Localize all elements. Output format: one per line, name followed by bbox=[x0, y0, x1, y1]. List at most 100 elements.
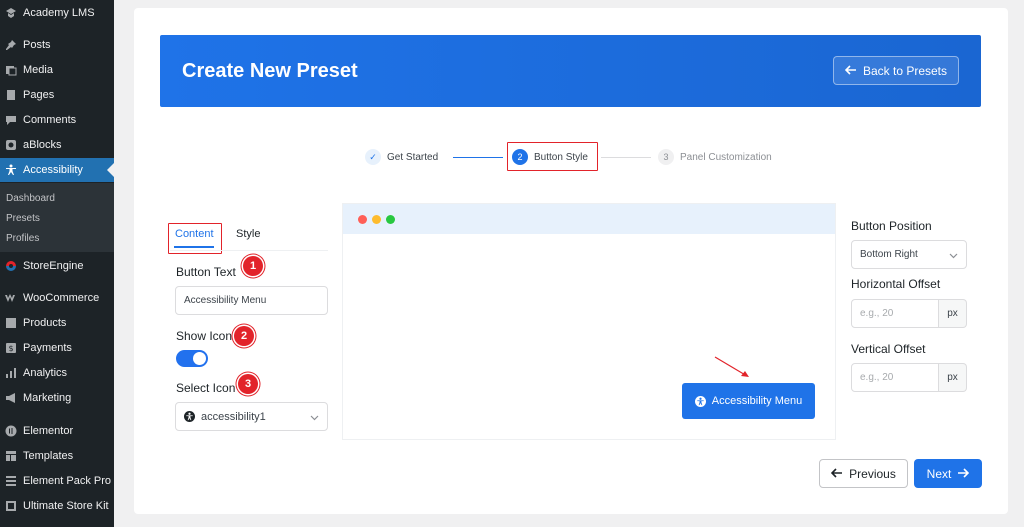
analytics-icon bbox=[4, 366, 18, 380]
back-button-label: Back to Presets bbox=[862, 63, 948, 78]
payments-icon: $ bbox=[4, 341, 18, 355]
arrow-annotation-icon bbox=[714, 356, 749, 377]
sidebar-item-label: aBlocks bbox=[23, 139, 62, 151]
button-position-label: Button Position bbox=[851, 219, 932, 233]
show-icon-label: Show Icon bbox=[176, 329, 233, 343]
horizontal-unit: px bbox=[939, 299, 967, 328]
step-connector bbox=[453, 157, 503, 158]
admin-sidebar: Academy LMS Posts Media Pages Comments a… bbox=[0, 0, 114, 527]
sidebar-item-pages[interactable]: Pages bbox=[0, 83, 114, 107]
submenu-item-profiles[interactable]: Profiles bbox=[6, 233, 39, 244]
callout-badge-1: 1 bbox=[243, 256, 263, 276]
sidebar-item-academy-lms[interactable]: Academy LMS bbox=[0, 1, 114, 25]
sidebar-item-analytics[interactable]: Analytics bbox=[0, 361, 114, 385]
sidebar-item-marketing[interactable]: Marketing bbox=[0, 386, 114, 410]
sidebar-item-label: Media bbox=[23, 64, 53, 76]
preview-accessibility-button[interactable]: Accessibility Menu bbox=[682, 383, 815, 419]
element-pack-icon bbox=[4, 474, 18, 488]
sidebar-item-label: StoreEngine bbox=[23, 260, 84, 272]
page-title: Create New Preset bbox=[182, 60, 358, 82]
sidebar-item-label: Marketing bbox=[23, 392, 72, 404]
button-text-label: Button Text bbox=[176, 265, 236, 279]
step-connector bbox=[601, 157, 651, 158]
chevron-down-icon bbox=[949, 251, 958, 262]
previous-button[interactable]: Previous bbox=[819, 459, 908, 488]
sidebar-item-label: Templates bbox=[23, 450, 74, 462]
button-text-input[interactable]: Accessibility Menu bbox=[175, 286, 328, 315]
marketing-icon bbox=[4, 391, 18, 405]
vertical-unit: px bbox=[939, 363, 967, 392]
storeengine-icon bbox=[4, 259, 18, 273]
sidebar-item-templates[interactable]: Templates bbox=[0, 444, 114, 468]
step-label: Button Style bbox=[534, 151, 588, 163]
window-minimize-dot bbox=[372, 215, 381, 224]
step-label: Panel Customization bbox=[680, 151, 772, 163]
sidebar-item-elementor[interactable]: Elementor bbox=[0, 419, 114, 443]
step-panel-customization[interactable]: 3 Panel Customization bbox=[658, 149, 772, 165]
button-position-value: Bottom Right bbox=[860, 249, 918, 260]
step-label: Get Started bbox=[387, 151, 439, 163]
ablocks-icon bbox=[4, 138, 18, 152]
sidebar-item-products[interactable]: Products bbox=[0, 311, 114, 335]
sidebar-item-label: Academy LMS bbox=[23, 7, 95, 19]
sidebar-item-accessibility[interactable]: Accessibility bbox=[0, 158, 114, 182]
submenu-item-presets[interactable]: Presets bbox=[6, 213, 40, 224]
sidebar-item-comments[interactable]: Comments bbox=[0, 108, 114, 132]
arrow-right-icon bbox=[957, 467, 970, 481]
chevron-down-icon bbox=[310, 412, 319, 424]
sidebar-item-label: Payments bbox=[23, 342, 72, 354]
callout-badge-2: 2 bbox=[234, 326, 254, 346]
window-maximize-dot bbox=[386, 215, 395, 224]
media-icon bbox=[4, 63, 18, 77]
sidebar-item-label: Pages bbox=[23, 89, 55, 101]
step-number: 3 bbox=[658, 149, 674, 165]
sidebar-item-label: Analytics bbox=[23, 367, 68, 379]
select-icon-value: accessibility1 bbox=[201, 410, 266, 423]
sidebar-item-woocommerce[interactable]: WooCommerce bbox=[0, 286, 114, 310]
vertical-offset-label: Vertical Offset bbox=[851, 342, 926, 356]
next-button[interactable]: Next bbox=[914, 459, 982, 488]
show-icon-toggle[interactable] bbox=[176, 350, 208, 367]
page-header: Create New Preset Back to Presets bbox=[160, 35, 981, 107]
elementor-icon bbox=[4, 424, 18, 438]
accessibility-icon bbox=[694, 395, 706, 407]
step-button-style[interactable]: 2 Button Style bbox=[512, 149, 588, 165]
select-icon-dropdown[interactable]: accessibility1 bbox=[175, 402, 328, 431]
sidebar-item-ablocks[interactable]: aBlocks bbox=[0, 133, 114, 157]
sidebar-item-label: Ultimate Store Kit bbox=[23, 500, 109, 512]
sidebar-item-label: Element Pack Pro bbox=[23, 475, 112, 487]
step-number: 2 bbox=[512, 149, 528, 165]
sidebar-item-label: Accessibility bbox=[23, 164, 83, 176]
sidebar-item-label: Products bbox=[23, 317, 67, 329]
sidebar-item-element-pack-pro[interactable]: Element Pack Pro bbox=[0, 469, 114, 493]
templates-icon bbox=[4, 449, 18, 463]
preview-titlebar bbox=[343, 204, 835, 234]
preview-button-label: Accessibility Menu bbox=[711, 395, 803, 407]
svg-text:$: $ bbox=[8, 344, 13, 353]
sidebar-item-storeengine[interactable]: StoreEngine bbox=[0, 254, 114, 278]
select-icon-label: Select Icon bbox=[176, 381, 236, 395]
tab-style[interactable]: Style bbox=[236, 228, 260, 240]
accessibility-icon bbox=[4, 163, 18, 177]
woocommerce-icon bbox=[4, 291, 18, 305]
callout-badge-3: 3 bbox=[238, 374, 258, 394]
vertical-offset-input[interactable]: e.g., 20 bbox=[851, 363, 939, 392]
sidebar-item-ultimate-store-kit[interactable]: Ultimate Store Kit bbox=[0, 494, 114, 518]
horizontal-offset-label: Horizontal Offset bbox=[851, 277, 941, 291]
next-button-label: Next bbox=[926, 466, 952, 481]
step-get-started[interactable]: ✓ Get Started bbox=[365, 149, 438, 165]
check-icon: ✓ bbox=[365, 149, 381, 165]
horizontal-offset-input[interactable]: e.g., 20 bbox=[851, 299, 939, 328]
tab-divider bbox=[170, 250, 328, 251]
button-position-select[interactable]: Bottom Right bbox=[851, 240, 967, 269]
sidebar-item-posts[interactable]: Posts bbox=[0, 33, 114, 57]
sidebar-item-media[interactable]: Media bbox=[0, 58, 114, 82]
store-kit-icon bbox=[4, 499, 18, 513]
back-to-presets-button[interactable]: Back to Presets bbox=[833, 56, 959, 85]
sidebar-item-label: Comments bbox=[23, 114, 77, 126]
tab-content[interactable]: Content bbox=[175, 228, 214, 240]
active-tab-underline bbox=[174, 246, 214, 248]
sidebar-item-payments[interactable]: $ Payments bbox=[0, 336, 114, 360]
accessibility-icon bbox=[184, 411, 195, 422]
submenu-item-dashboard[interactable]: Dashboard bbox=[6, 193, 55, 204]
